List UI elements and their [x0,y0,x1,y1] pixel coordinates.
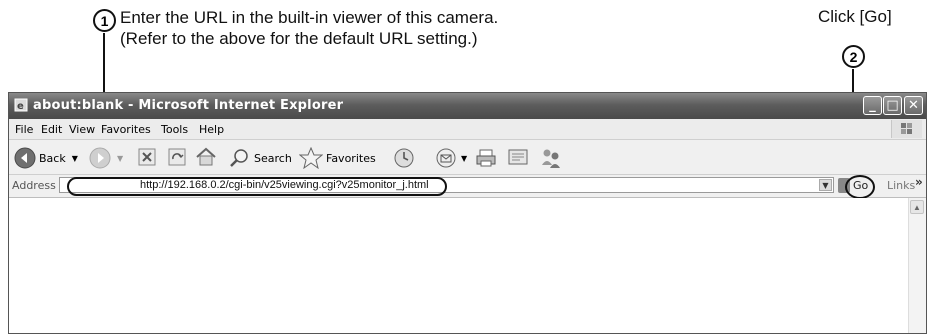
address-input[interactable]: http://192.168.0.2/cgi-bin/v25viewing.cg… [59,177,834,193]
forward-dropdown-icon[interactable]: ▼ [117,154,123,163]
back-dropdown-icon[interactable]: ▼ [72,154,78,163]
address-url[interactable]: http://192.168.0.2/cgi-bin/v25viewing.cg… [140,179,429,191]
step-2-marker: 2 [842,45,865,68]
menu-favorites[interactable]: Favorites [101,123,151,136]
scroll-up-icon[interactable]: ▲ [910,200,924,214]
close-button[interactable]: ✕ [904,96,923,115]
forward-button[interactable]: ▼ [89,147,123,169]
menu-edit[interactable]: Edit [41,123,62,136]
back-button[interactable]: Back ▼ [14,147,78,169]
refresh-icon [168,148,186,166]
stop-button[interactable] [137,147,157,167]
stop-icon [138,148,156,166]
print-button[interactable] [475,147,497,169]
step-2-number: 2 [849,48,858,65]
mail-button[interactable]: ▼ [435,147,467,169]
messenger-button[interactable] [539,147,563,169]
menu-tools[interactable]: Tools [161,123,188,136]
search-icon [230,149,248,167]
history-button[interactable] [393,147,415,169]
menu-help[interactable]: Help [199,123,224,136]
back-icon [14,147,36,169]
step-1-line-1: Enter the URL in the built-in viewer of … [120,8,499,27]
address-bar: Address http://192.168.0.2/cgi-bin/v25vi… [9,175,926,198]
edit-icon [508,149,528,165]
favorites-label: Favorites [326,151,376,165]
maximize-button[interactable]: □ [883,96,902,115]
menu-view[interactable]: View [69,123,95,136]
edit-button[interactable] [507,147,531,167]
svg-text:e: e [17,101,24,112]
page-content-area[interactable]: ▲ [9,198,926,333]
menu-file[interactable]: File [15,123,33,136]
step-1-marker: 1 [93,9,116,32]
step-1-number: 1 [100,12,109,29]
refresh-button[interactable] [167,147,187,167]
menu-bar: File Edit View Favorites Tools Help [9,119,926,140]
favorites-button[interactable]: Favorites [299,147,376,169]
browser-window: e about:blank - Microsoft Internet Explo… [8,92,927,334]
forward-icon [89,147,111,169]
vertical-scrollbar[interactable]: ▲ [908,198,926,333]
links-button[interactable]: Links [887,179,915,192]
go-arrow-icon[interactable] [838,178,850,193]
mail-dropdown-icon[interactable]: ▼ [461,154,467,163]
mail-icon [436,148,456,168]
links-chevron-icon[interactable]: » [915,175,923,189]
windows-flag-icon [891,120,922,138]
address-label: Address [12,179,56,192]
back-label: Back [39,151,66,165]
step-1-instruction: Enter the URL in the built-in viewer of … [120,7,680,49]
home-icon [196,147,216,166]
home-button[interactable] [195,147,217,167]
search-button[interactable]: Search [229,147,292,169]
step-2-instruction: Click [Go] [818,7,892,26]
minimize-button[interactable]: _ [863,96,882,115]
go-button[interactable]: Go [853,179,868,192]
standard-toolbar: Back ▼ ▼ Search Favorites ▼ [9,140,926,175]
ie-icon: e [14,98,28,112]
search-label: Search [254,151,292,165]
messenger-icon [542,149,560,168]
chevron-down-icon[interactable]: ▼ [819,179,832,191]
window-title: about:blank - Microsoft Internet Explore… [33,98,344,113]
title-bar: e about:blank - Microsoft Internet Explo… [9,93,926,119]
step-1-line-2: (Refer to the above for the default URL … [120,29,478,48]
favorites-icon [299,147,323,169]
history-icon [394,148,414,168]
print-icon [476,149,496,167]
